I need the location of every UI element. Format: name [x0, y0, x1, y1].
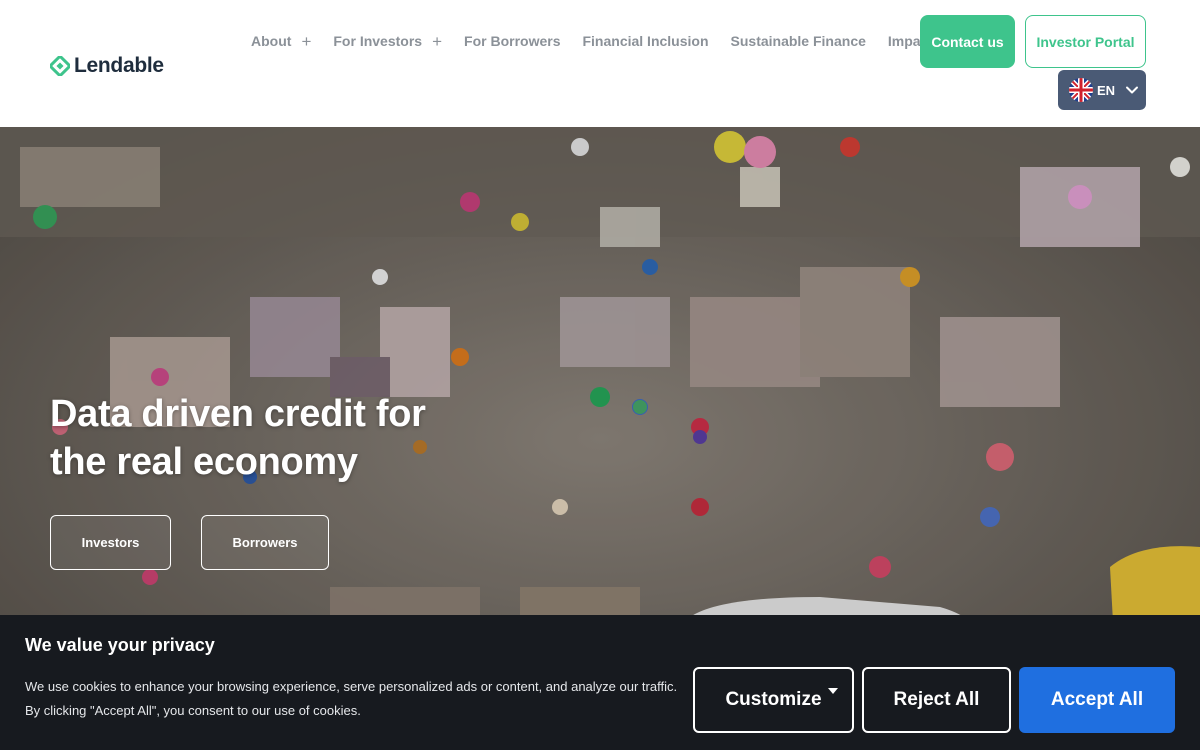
- nav-item-label: About: [251, 33, 292, 49]
- plus-icon: +: [301, 31, 312, 51]
- nav-item-label: Sustainable Finance: [730, 33, 866, 49]
- cookie-banner: We value your privacy We use cookies to …: [0, 615, 1200, 750]
- logo-text: Lendable: [74, 54, 164, 77]
- investor-portal-button[interactable]: Investor Portal: [1025, 15, 1146, 68]
- accept-all-button[interactable]: Accept All: [1019, 667, 1175, 733]
- nav-item-about[interactable]: About +: [251, 33, 311, 50]
- customize-label: Customize: [725, 689, 822, 710]
- cookie-banner-text: We use cookies to enhance your browsing …: [25, 679, 678, 718]
- borrowers-button[interactable]: Borrowers: [201, 515, 329, 570]
- nav-item-financial-inclusion[interactable]: Financial Inclusion: [582, 33, 708, 49]
- lendable-logo-icon: [50, 56, 70, 76]
- chevron-down-icon: [1126, 86, 1139, 94]
- customize-button[interactable]: Customize: [693, 667, 854, 733]
- nav-item-label: For Investors: [333, 33, 423, 49]
- cookie-banner-title: We value your privacy: [25, 635, 215, 655]
- site-header: Lendable About + For Investors + For Bor…: [0, 0, 1200, 127]
- caret-down-icon: [828, 688, 838, 694]
- nav-item-label: For Borrowers: [464, 33, 561, 49]
- reject-all-button[interactable]: Reject All: [862, 667, 1011, 733]
- uk-flag-icon: [1069, 78, 1093, 102]
- contact-us-button[interactable]: Contact us: [920, 15, 1015, 68]
- main-nav: About + For Investors + For Borrowers Fi…: [251, 32, 933, 50]
- language-code: EN: [1097, 82, 1116, 98]
- nav-item-for-borrowers[interactable]: For Borrowers: [464, 33, 560, 49]
- nav-item-label: Financial Inclusion: [582, 33, 709, 49]
- language-selector[interactable]: EN: [1058, 70, 1146, 110]
- nav-item-sustainable-finance[interactable]: Sustainable Finance: [731, 33, 866, 49]
- hero-title: Data driven credit for the real economy: [50, 393, 426, 483]
- lendable-logo[interactable]: Lendable: [50, 54, 164, 78]
- investors-button[interactable]: Investors: [50, 515, 171, 570]
- nav-item-for-investors[interactable]: For Investors +: [333, 33, 442, 50]
- plus-icon: +: [432, 31, 443, 51]
